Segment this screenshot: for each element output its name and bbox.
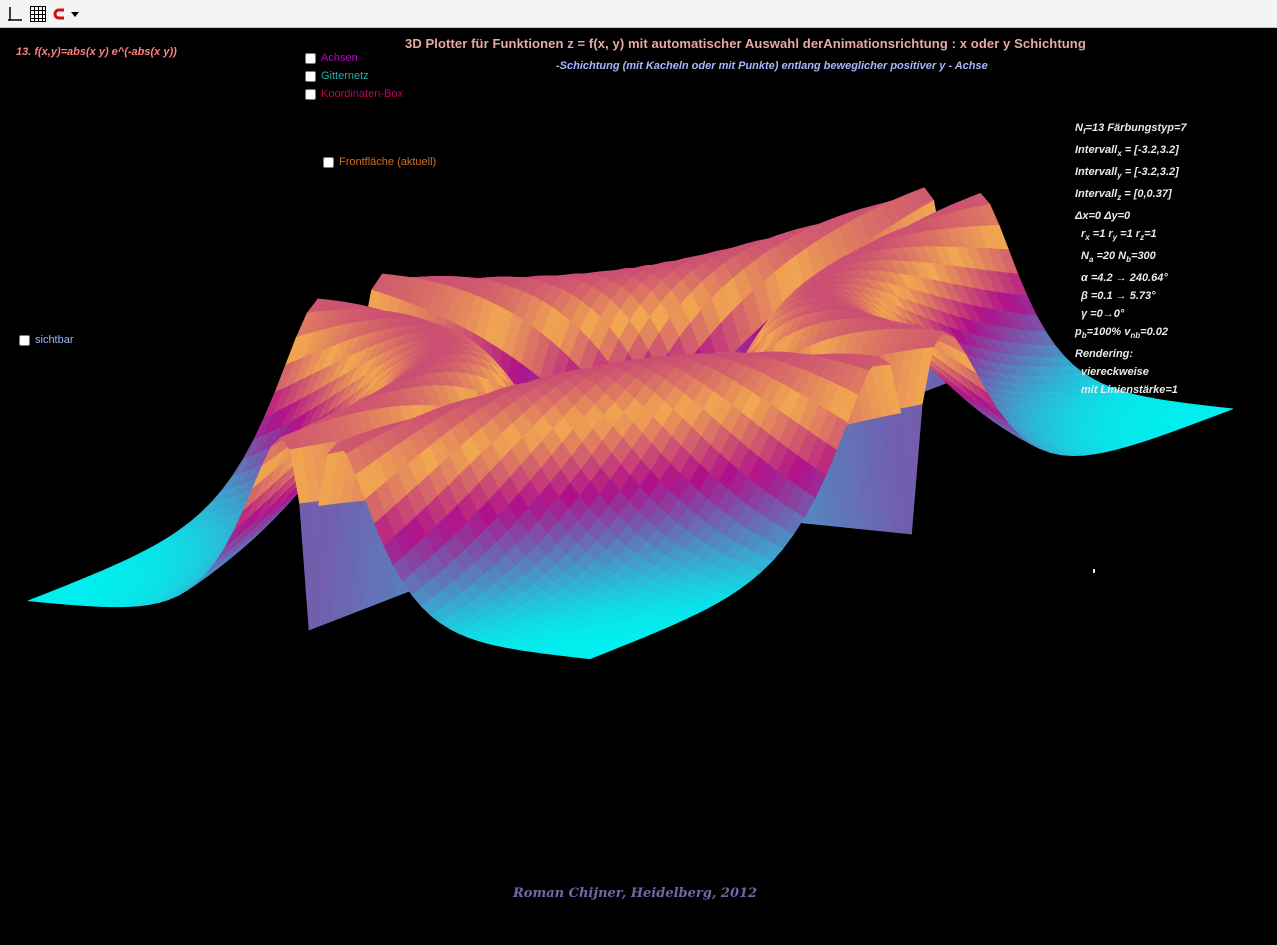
sichtbar-checkbox[interactable]: sichtbar (19, 334, 74, 346)
info-interval-y: Intervally = [-3.2,3.2] (1075, 166, 1179, 180)
frontflaeche-checkbox[interactable]: Frontfläche (aktuell) (323, 156, 436, 168)
checkbox-box[interactable] (19, 334, 30, 346)
toolbar (0, 0, 1277, 28)
author-credit: Roman Chijner, Heidelberg, 2012 (513, 886, 758, 901)
dropdown-arrow-icon[interactable] (70, 4, 80, 24)
info-delta: Δx=0 Δy=0 (1075, 210, 1131, 222)
checkbox-box[interactable] (305, 88, 316, 100)
page-title: 3D Plotter für Funktionen z = f(x, y) mi… (405, 36, 1086, 51)
info-rendering: Rendering: (1075, 348, 1134, 360)
achsen-label: Achsen (321, 52, 358, 64)
info-gamma: γ =0→0° (1081, 308, 1125, 320)
info-mode: viereckweise (1081, 366, 1149, 378)
info-nf: Nf=13 Färbungstyp=7 (1075, 122, 1187, 136)
function-label: 13. f(x,y)=abs(x y) e^(-abs(x y)) (16, 46, 177, 58)
achsen-checkbox[interactable]: Achsen (305, 52, 358, 64)
checkbox-box[interactable] (323, 156, 334, 168)
frontflaeche-label: Frontfläche (aktuell) (339, 156, 437, 168)
gitternetz-label: Gitternetz (321, 70, 369, 82)
grid-icon[interactable] (28, 4, 48, 24)
info-interval-x: Intervallx = [-3.2,3.2] (1075, 144, 1179, 158)
parameter-info-panel: Nf=13 Färbungstyp=7 Intervallx = [-3.2,3… (1075, 119, 1187, 399)
info-r: rx =1 ry =1 rz=1 (1081, 228, 1157, 242)
point-marker (1093, 569, 1095, 573)
koordinaten-box-checkbox[interactable]: Koordinaten-Box (305, 88, 403, 100)
info-interval-z: Intervallz = [0,0.37] (1075, 188, 1172, 202)
info-linewidth: mit Linienstärke=1 (1081, 384, 1178, 396)
magnet-icon[interactable] (52, 4, 68, 24)
koordinaten-box-label: Koordinaten-Box (321, 88, 403, 100)
info-n: Na =20 Nb=300 (1081, 250, 1156, 264)
gitternetz-checkbox[interactable]: Gitternetz (305, 70, 369, 82)
info-pb: pb=100% vnb=0.02 (1075, 326, 1168, 340)
checkbox-box[interactable] (305, 70, 316, 82)
sichtbar-label: sichtbar (35, 334, 74, 346)
info-alpha: α =4.2 → 240.64° (1081, 272, 1168, 284)
info-beta: β =0.1 → 5.73° (1081, 290, 1156, 302)
page-subtitle: -Schichtung (mit Kacheln oder mit Punkte… (556, 60, 988, 72)
axes-icon[interactable] (4, 4, 24, 24)
checkbox-box[interactable] (305, 52, 316, 64)
